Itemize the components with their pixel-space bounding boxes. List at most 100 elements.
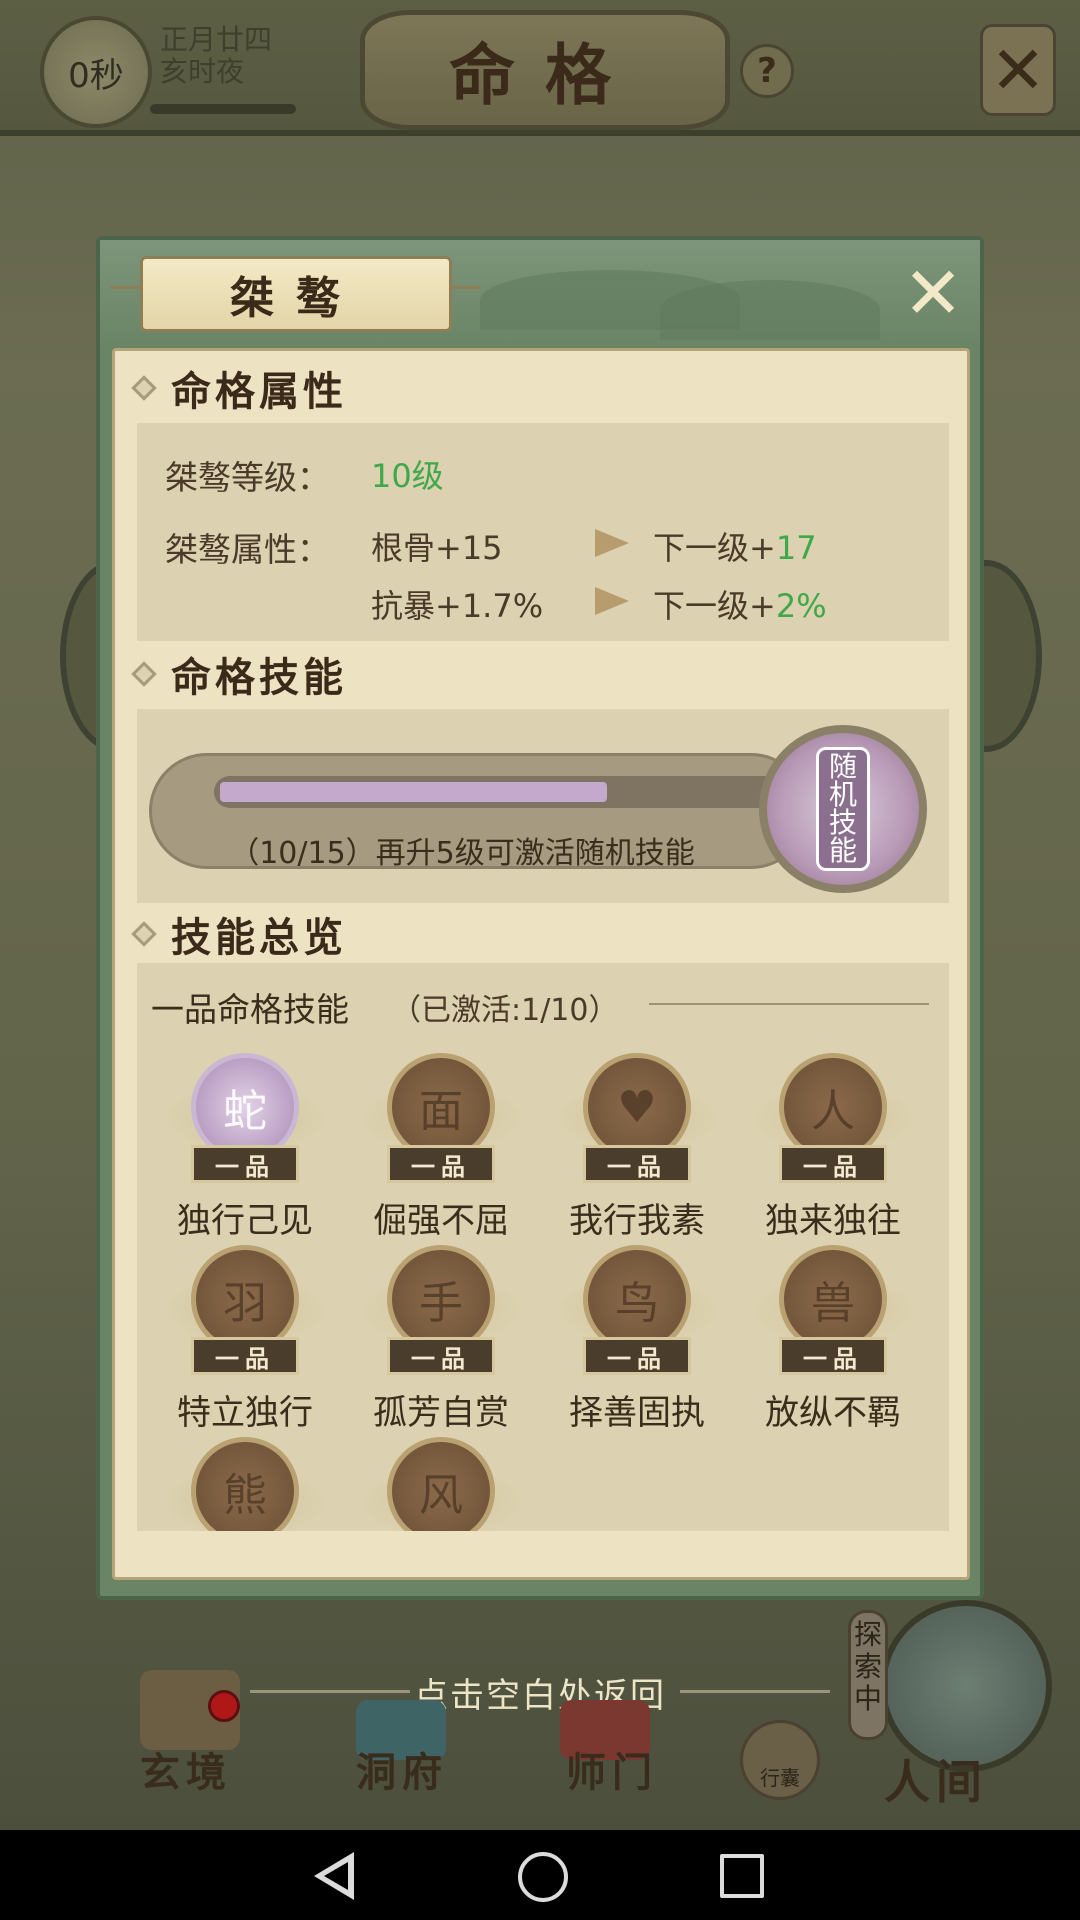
skill-item[interactable]: ♥ 一品我行我素	[547, 1053, 727, 1243]
skill-name: 特立独行	[177, 1393, 313, 1433]
nav-dongfu[interactable]: 洞府	[356, 1740, 448, 1798]
skill-item[interactable]: 手一品 孤芳自赏	[351, 1245, 531, 1435]
level-value: 10级	[371, 457, 444, 495]
skill-glyph-icon: 面	[419, 1086, 463, 1137]
date-line-1: 正月廿四	[160, 23, 273, 56]
next-value: 17	[775, 529, 817, 567]
diamond-icon	[131, 375, 157, 401]
skill-item[interactable]: 鸟一品 择善固执	[547, 1245, 727, 1435]
diamond-icon	[131, 661, 157, 687]
help-button[interactable]: ?	[740, 44, 794, 98]
overview-header: 技能总览	[131, 909, 347, 961]
skill-item[interactable]: 风	[351, 1437, 531, 1531]
badge-label: 随 机 技 能	[816, 747, 870, 871]
skill-item[interactable]: 熊	[155, 1437, 335, 1531]
skill-name: 孤芳自赏	[373, 1393, 509, 1433]
skill-progress-scroll: （10/15）再升5级可激活随机技能	[149, 753, 809, 871]
page-title: 命格	[360, 10, 730, 130]
close-icon: ✕	[990, 31, 1046, 109]
grade-title: 一品命格技能	[151, 990, 349, 1029]
grade-divider	[649, 1003, 929, 1005]
time-bar	[150, 104, 296, 114]
skill-glyph-icon: ♥	[617, 1081, 657, 1133]
lunar-date: 正月廿四 亥时夜	[160, 24, 272, 88]
skill-item[interactable]: 羽一品 特立独行	[155, 1245, 335, 1435]
progress-track	[214, 776, 804, 808]
skill-glyph-icon: 鸟	[615, 1278, 659, 1329]
overview-title: 技能总览	[171, 914, 347, 961]
skill-item[interactable]: 人一品 独来独往	[743, 1053, 923, 1243]
skill-item[interactable]: 面一品 倔强不屈	[351, 1053, 531, 1243]
grade-tag: 一品	[387, 1337, 495, 1375]
arrow-icon	[595, 587, 629, 615]
grade-tag: 一品	[779, 1145, 887, 1183]
skill-name: 我行我素	[569, 1201, 705, 1241]
nav-xuanjing[interactable]: 玄境	[140, 1740, 232, 1798]
level-label: 桀骜等级：	[165, 458, 330, 497]
attributes-box: 桀骜等级： 10级 桀骜属性： 根骨+15 下一级+17 抗暴+1.7% 下一级…	[137, 423, 949, 641]
diamond-icon	[131, 921, 157, 947]
attributes-title: 命格属性	[171, 368, 347, 415]
trait-name: 桀骜	[140, 256, 452, 332]
grade-tag: 一品	[779, 1337, 887, 1375]
top-bar: 0秒 正月廿四 亥时夜 命格 ? ✕	[0, 0, 1080, 136]
date-line-2: 亥时夜	[160, 55, 245, 88]
dialog-close-button[interactable]: ✕	[900, 251, 966, 335]
activated-count: （已激活:1/10）	[391, 993, 619, 1028]
attr-label: 桀骜属性：	[165, 530, 330, 569]
grade-tag: 一品	[583, 1337, 691, 1375]
timer-badge: 0秒	[40, 16, 152, 128]
back-icon-inner	[324, 1862, 348, 1890]
progress-text: （10/15）再升5级可激活随机技能	[229, 836, 695, 871]
skill-item[interactable]: 蛇一品 独行己见	[155, 1053, 335, 1243]
skill-box: （10/15）再升5级可激活随机技能 随 机 技 能	[137, 709, 949, 903]
next-level-1: 下一级+17	[653, 523, 817, 569]
skill-name: 倔强不屈	[373, 1201, 509, 1241]
skill-name: 独行己见	[177, 1201, 313, 1241]
bag-button[interactable]: 行囊	[740, 1720, 820, 1800]
recent-apps-icon[interactable]	[720, 1854, 764, 1898]
top-close-button[interactable]: ✕	[980, 24, 1056, 116]
skill-glyph-icon: 蛇	[223, 1086, 267, 1137]
nav-shimen[interactable]: 师门	[566, 1740, 658, 1798]
skill-overview-box: 一品命格技能 （已激活:1/10） 蛇一品 独行己见面一品 倔强不屈 ♥ 一品 我行我素人…	[137, 963, 949, 1531]
next-value: 2%	[775, 587, 827, 625]
close-icon: ✕	[902, 251, 964, 335]
skill-icon: 熊	[191, 1437, 299, 1531]
mountain-decoration	[660, 280, 880, 340]
badge-char: 机	[828, 778, 857, 811]
skill-glyph-icon: 人	[811, 1086, 855, 1137]
nav-renjian[interactable]: 人间	[884, 1746, 988, 1812]
grade-tag: 一品	[191, 1145, 299, 1183]
skill-glyph-icon: 手	[419, 1278, 463, 1329]
home-icon[interactable]	[518, 1852, 568, 1902]
arrow-icon	[595, 529, 629, 557]
next-level-2: 下一级+2%	[653, 581, 827, 627]
next-prefix: 下一级+	[653, 587, 776, 625]
skill-name: 择善固执	[569, 1393, 705, 1433]
skill-title: 命格技能	[171, 654, 347, 701]
skill-glyph-icon: 兽	[811, 1278, 855, 1329]
badge-char: 技	[828, 806, 857, 839]
progress-fill	[220, 782, 607, 802]
skill-icon: 风	[387, 1437, 495, 1531]
trait-dialog: 桀骜 ✕ 命格属性 桀骜等级： 10级 桀骜属性： 根骨+15 下一级+17 抗…	[96, 236, 984, 1600]
random-skill-badge[interactable]: 随 机 技 能	[759, 725, 927, 893]
next-prefix: 下一级+	[653, 529, 776, 567]
skill-name: 放纵不羁	[765, 1393, 901, 1433]
skill-glyph-icon: 风	[419, 1470, 463, 1521]
game-screen: 0秒 正月廿四 亥时夜 命格 ? ✕ 点击空白处返回 玄境 洞府 师门 行囊 探…	[0, 0, 1080, 1830]
explore-char-2: 索	[853, 1650, 882, 1683]
skill-item[interactable]: 兽一品 放纵不羁	[743, 1245, 923, 1435]
grade-tag: 一品	[191, 1337, 299, 1375]
stat-kangbao: 抗暴+1.7%	[371, 587, 544, 625]
skill-name: 独来独往	[765, 1201, 901, 1241]
grade-tag: 一品	[583, 1145, 691, 1183]
grade-tag: 一品	[387, 1145, 495, 1183]
explore-char-3: 中	[853, 1682, 882, 1715]
attributes-header: 命格属性	[131, 363, 347, 415]
notification-dot	[208, 1690, 240, 1722]
stat-gengu: 根骨+15	[371, 529, 503, 567]
badge-char: 随	[828, 750, 857, 783]
dialog-content: 命格属性 桀骜等级： 10级 桀骜属性： 根骨+15 下一级+17 抗暴+1.7…	[112, 348, 970, 1580]
